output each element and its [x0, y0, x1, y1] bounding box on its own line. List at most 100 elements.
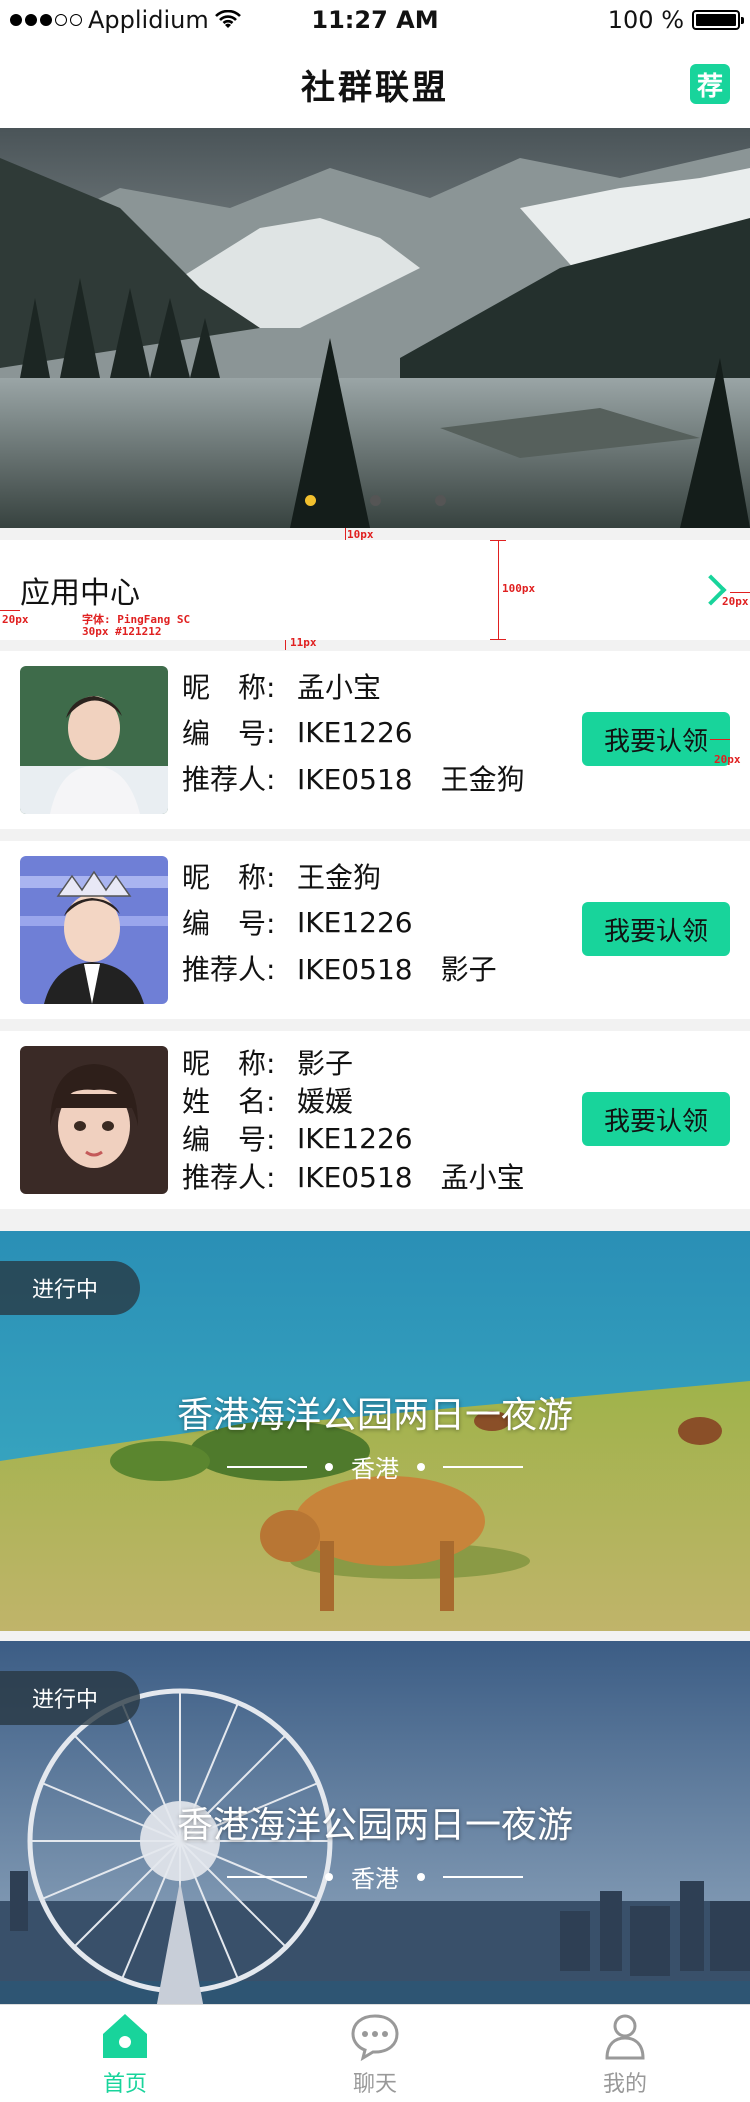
info-label: 编 号: [182, 1123, 276, 1156]
claim-button[interactable]: 我要认领 [582, 712, 730, 766]
annotation-line [498, 540, 499, 640]
carrier-label: Applidium [88, 6, 209, 34]
tab-home[interactable]: 首页 [0, 2005, 250, 2102]
event-card[interactable]: 进行中 香港海洋公园两日一夜游 香港 [0, 1641, 750, 2041]
annotation-line [730, 592, 750, 593]
annotation-line [490, 540, 506, 541]
event-card[interactable]: 进行中 香港海洋公园两日一夜游 香港 [0, 1231, 750, 1631]
status-badge: 进行中 [0, 1671, 140, 1725]
app-center-title: 应用中心 [20, 576, 140, 611]
status-right: 100 % [607, 6, 744, 34]
info-row: 推荐人: IKE0518 影子 [182, 945, 497, 991]
avatar[interactable] [20, 666, 168, 814]
info-value: IKE0518 孟小宝 [297, 1161, 525, 1194]
signal-icon [10, 14, 82, 26]
avatar-image [20, 1046, 168, 1194]
profile-icon [605, 2014, 645, 2059]
event-title: 香港海洋公园两日一夜游 [176, 1395, 573, 1436]
info-value: 媛媛 [297, 1085, 354, 1118]
tab-label: 聊天 [352, 2071, 397, 2097]
pagination-dot[interactable] [369, 495, 381, 506]
info-label: 推荐人: [182, 953, 276, 986]
pagination-dot[interactable] [304, 495, 316, 506]
status-badge: 进行中 [0, 1261, 140, 1315]
member-card: 昵 称: 影子 姓 名: 媛媛 编 号: IKE1226 推荐人: IKE0518 孟小… [0, 1031, 750, 1209]
divider [227, 1465, 307, 1468]
tab-profile[interactable]: 我的 [500, 2005, 750, 2102]
claim-button[interactable]: 我要认领 [582, 902, 730, 956]
avatar-image [20, 666, 168, 814]
avatar[interactable] [20, 856, 168, 1004]
info-label: 昵 称: [182, 1047, 276, 1080]
divider-dot [325, 1462, 333, 1471]
info-row: 编 号: IKE1226 [182, 1119, 525, 1157]
member-info: 昵 称: 影子 姓 名: 媛媛 编 号: IKE1226 推荐人: IKE0518 孟小… [182, 1043, 525, 1195]
event-title: 香港海洋公园两日一夜游 [176, 1805, 573, 1846]
annotation-line [0, 610, 20, 611]
member-info: 昵 称: 王金狗 编 号: IKE1226 推荐人: IKE0518 影子 [182, 853, 497, 991]
battery-icon [692, 10, 744, 30]
info-label: 编 号: [182, 717, 276, 750]
info-row: 姓 名: 媛媛 [182, 1081, 525, 1119]
banner-pagination [0, 495, 750, 506]
home-icon [103, 2013, 147, 2058]
info-row: 编 号: IKE1226 [182, 899, 497, 945]
page-title: 社群联盟 [301, 67, 449, 108]
divider [227, 1875, 307, 1878]
tab-bar: 首页 聊天 我的 [0, 2004, 750, 2102]
tab-chat[interactable]: 聊天 [250, 2005, 500, 2102]
annotation-line [345, 528, 346, 540]
member-info: 昵 称: 孟小宝 编 号: IKE1226 推荐人: IKE0518 王金狗 [182, 663, 525, 801]
info-value: 孟小宝 [297, 671, 382, 704]
info-label: 昵 称: [182, 861, 276, 894]
annotation-20px-button: 20px [714, 753, 741, 766]
info-value: 影子 [297, 1047, 354, 1080]
info-row: 昵 称: 影子 [182, 1043, 525, 1081]
wifi-icon [214, 10, 241, 28]
info-label: 推荐人: [182, 1161, 276, 1194]
annotation-font-size: 30px #121212 [82, 625, 162, 638]
divider-dot [417, 1462, 425, 1471]
info-value: IKE0518 影子 [297, 953, 497, 986]
info-value: IKE1226 [297, 905, 413, 939]
annotation-20px-left: 20px [2, 613, 29, 626]
event-location: 香港 [0, 1449, 750, 1484]
info-value: IKE0518 王金狗 [297, 763, 525, 796]
annotation-line [710, 739, 730, 740]
claim-button[interactable]: 我要认领 [582, 1092, 730, 1146]
annotation-100px: 100px [502, 582, 536, 595]
member-card: 昵 称: 王金狗 编 号: IKE1226 推荐人: IKE0518 影子 我要认领 [0, 841, 750, 1019]
avatar[interactable] [20, 1046, 168, 1194]
member-card: 昵 称: 孟小宝 编 号: IKE1226 推荐人: IKE0518 王金狗 我要认领… [0, 651, 750, 829]
info-row: 昵 称: 王金狗 [182, 853, 497, 899]
annotation-line [490, 639, 506, 640]
info-row: 昵 称: 孟小宝 [182, 663, 525, 709]
info-label: 昵 称: [182, 671, 276, 704]
banner-image [0, 128, 750, 528]
banner-carousel[interactable] [0, 128, 750, 528]
info-row: 推荐人: IKE0518 王金狗 [182, 755, 525, 801]
divider [443, 1465, 523, 1468]
info-label: 姓 名: [182, 1085, 276, 1118]
divider-dot [417, 1872, 425, 1881]
info-row: 编 号: IKE1226 [182, 709, 525, 755]
info-label: 编 号: [182, 907, 276, 940]
annotation-line [285, 640, 286, 650]
avatar-image [20, 856, 168, 1004]
annotation-11px: 11px [290, 636, 317, 649]
event-location: 香港 [0, 1859, 750, 1894]
info-label: 推荐人: [182, 763, 276, 796]
pagination-dot[interactable] [434, 495, 446, 506]
status-bar: Applidium 11:27 AM 100 % [0, 0, 750, 40]
event-location-label: 香港 [351, 1865, 399, 1893]
battery-percent: 100 % [607, 6, 684, 34]
tab-label: 首页 [102, 2071, 147, 2097]
info-value: IKE1226 [297, 715, 413, 749]
chat-icon [351, 2013, 399, 2061]
recommend-button[interactable]: 荐 [690, 64, 730, 104]
status-left: Applidium [10, 6, 241, 34]
event-location-label: 香港 [351, 1455, 399, 1483]
info-row: 推荐人: IKE0518 孟小宝 [182, 1157, 525, 1195]
divider [443, 1875, 523, 1878]
annotation-20px-right: 20px [722, 595, 749, 608]
